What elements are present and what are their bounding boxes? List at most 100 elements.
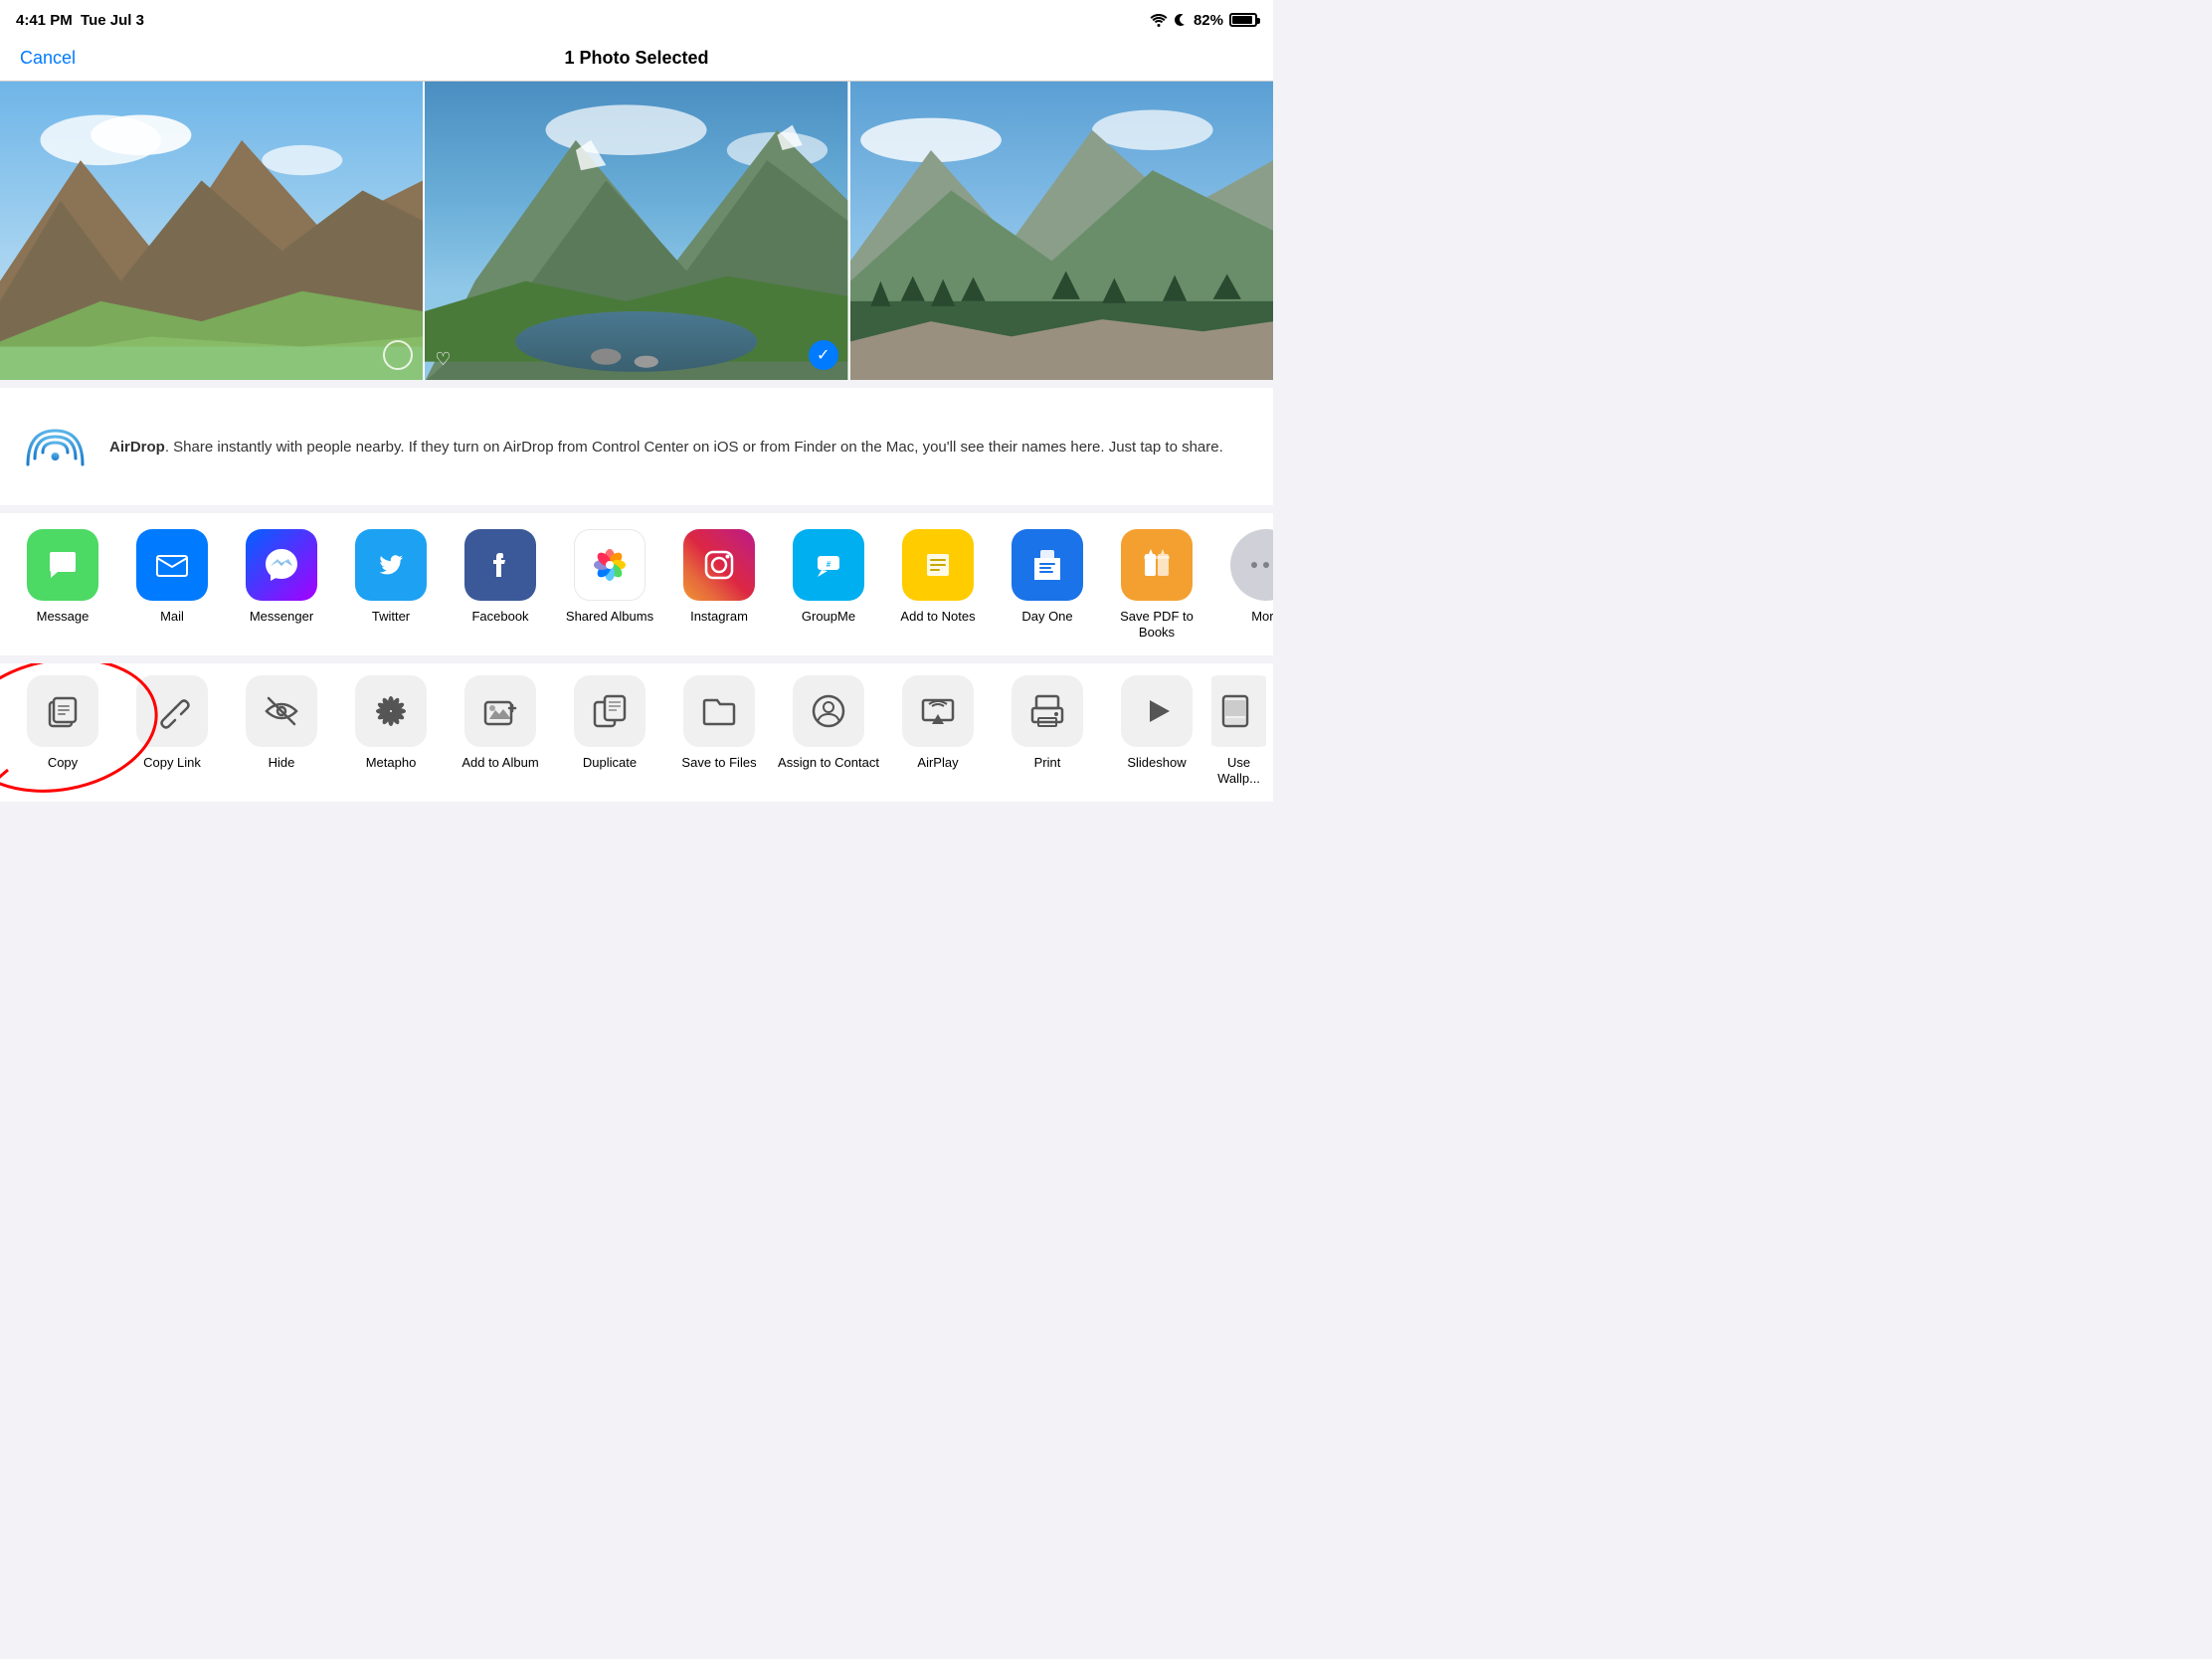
- app-shared-albums[interactable]: Shared Albums: [555, 529, 664, 640]
- twitter-icon: [355, 529, 427, 601]
- app-more[interactable]: More: [1211, 529, 1273, 640]
- app-twitter[interactable]: Twitter: [336, 529, 446, 640]
- groupme-label: GroupMe: [802, 609, 855, 625]
- photo-1-selection[interactable]: [383, 340, 413, 370]
- notes-label: Add to Notes: [900, 609, 975, 625]
- actions-row: Copy Copy Link: [0, 675, 1273, 786]
- hide-icon: [246, 675, 317, 747]
- books-icon: [1121, 529, 1193, 601]
- use-wallpaper-icon: [1211, 675, 1266, 747]
- day-one-label: Day One: [1021, 609, 1072, 625]
- copy-action-icon: [27, 675, 98, 747]
- app-day-one[interactable]: Day One: [993, 529, 1102, 640]
- app-messenger[interactable]: Messenger: [227, 529, 336, 640]
- mail-label: Mail: [160, 609, 184, 625]
- actions-section: Copy Copy Link: [0, 663, 1273, 802]
- save-to-files-icon: [683, 675, 755, 747]
- day-one-icon: [1012, 529, 1083, 601]
- more-label: More: [1251, 609, 1273, 625]
- apps-row: Message Mail Messenger: [0, 529, 1273, 640]
- photo-item-3[interactable]: [850, 82, 1273, 380]
- message-label: Message: [37, 609, 90, 625]
- action-metapho[interactable]: Metapho: [336, 675, 446, 786]
- photo-2-selection[interactable]: ✓: [809, 340, 838, 370]
- status-time-date: 4:41 PM Tue Jul 3: [16, 12, 144, 29]
- app-message[interactable]: Message: [8, 529, 117, 640]
- slideshow-label: Slideshow: [1127, 755, 1186, 771]
- battery-icon: [1229, 13, 1257, 27]
- airplay-label: AirPlay: [917, 755, 958, 771]
- selection-checkmark: ✓: [809, 340, 838, 370]
- header: Cancel 1 Photo Selected: [0, 36, 1273, 82]
- instagram-icon: [683, 529, 755, 601]
- airdrop-logo: [23, 415, 88, 479]
- status-bar: 4:41 PM Tue Jul 3 82%: [0, 0, 1273, 36]
- photo-item-2[interactable]: ♡ ✓: [425, 82, 847, 380]
- battery-percentage: 82%: [1194, 12, 1223, 29]
- wifi-icon: [1150, 13, 1168, 27]
- action-assign-to-contact[interactable]: Assign to Contact: [774, 675, 883, 786]
- metapho-icon: [355, 675, 427, 747]
- add-to-album-label: Add to Album: [461, 755, 538, 771]
- assign-to-contact-icon: [793, 675, 864, 747]
- action-copy-link[interactable]: Copy Link: [117, 675, 227, 786]
- action-save-to-files[interactable]: Save to Files: [664, 675, 774, 786]
- action-duplicate[interactable]: Duplicate: [555, 675, 664, 786]
- messenger-label: Messenger: [250, 609, 313, 625]
- message-icon: [27, 529, 98, 601]
- svg-text:#: #: [827, 560, 831, 569]
- more-icon: [1230, 529, 1273, 601]
- moon-icon: [1174, 13, 1188, 27]
- app-instagram[interactable]: Instagram: [664, 529, 774, 640]
- cancel-button[interactable]: Cancel: [20, 48, 76, 69]
- action-use-wallpaper[interactable]: Use Wallp...: [1211, 675, 1266, 786]
- action-slideshow[interactable]: Slideshow: [1102, 675, 1211, 786]
- books-label: Save PDF to Books: [1102, 609, 1211, 640]
- photo-1-image: [0, 82, 423, 380]
- action-copy[interactable]: Copy: [8, 675, 117, 786]
- app-groupme[interactable]: # GroupMe: [774, 529, 883, 640]
- assign-to-contact-label: Assign to Contact: [778, 755, 879, 771]
- photo-2-image: [425, 82, 847, 380]
- metapho-label: Metapho: [366, 755, 417, 771]
- slideshow-icon: [1121, 675, 1193, 747]
- print-icon: [1012, 675, 1083, 747]
- duplicate-icon: [574, 675, 645, 747]
- airdrop-section[interactable]: AirDrop. Share instantly with people nea…: [0, 388, 1273, 505]
- page-title: 1 Photo Selected: [564, 48, 708, 69]
- print-label: Print: [1034, 755, 1061, 771]
- twitter-label: Twitter: [372, 609, 410, 625]
- app-save-pdf[interactable]: Save PDF to Books: [1102, 529, 1211, 640]
- photo-grid: ♡ ✓: [0, 82, 1273, 380]
- hide-label: Hide: [269, 755, 295, 771]
- groupme-icon: #: [793, 529, 864, 601]
- instagram-label: Instagram: [690, 609, 748, 625]
- mail-icon: [136, 529, 208, 601]
- action-airplay[interactable]: AirPlay: [883, 675, 993, 786]
- copy-link-label: Copy Link: [143, 755, 201, 771]
- save-to-files-label: Save to Files: [681, 755, 756, 771]
- apps-section: Message Mail Messenger: [0, 513, 1273, 655]
- facebook-label: Facebook: [471, 609, 528, 625]
- action-print[interactable]: Print: [993, 675, 1102, 786]
- messenger-icon: [246, 529, 317, 601]
- use-wallpaper-label: Use Wallp...: [1211, 755, 1266, 786]
- facebook-icon: [464, 529, 536, 601]
- photo-2-heart: ♡: [435, 349, 451, 370]
- airplay-icon: [902, 675, 974, 747]
- app-facebook[interactable]: Facebook: [446, 529, 555, 640]
- photo-item-1[interactable]: [0, 82, 423, 380]
- copy-link-icon: [136, 675, 208, 747]
- add-to-album-icon: [464, 675, 536, 747]
- app-mail[interactable]: Mail: [117, 529, 227, 640]
- photo-3-image: [850, 82, 1273, 380]
- airdrop-icon: [20, 412, 90, 481]
- shared-albums-label: Shared Albums: [566, 609, 653, 625]
- app-add-to-notes[interactable]: Add to Notes: [883, 529, 993, 640]
- status-indicators: 82%: [1150, 12, 1257, 29]
- action-hide[interactable]: Hide: [227, 675, 336, 786]
- duplicate-label: Duplicate: [583, 755, 637, 771]
- airdrop-description: AirDrop. Share instantly with people nea…: [109, 437, 1223, 458]
- action-add-to-album[interactable]: Add to Album: [446, 675, 555, 786]
- notes-icon: [902, 529, 974, 601]
